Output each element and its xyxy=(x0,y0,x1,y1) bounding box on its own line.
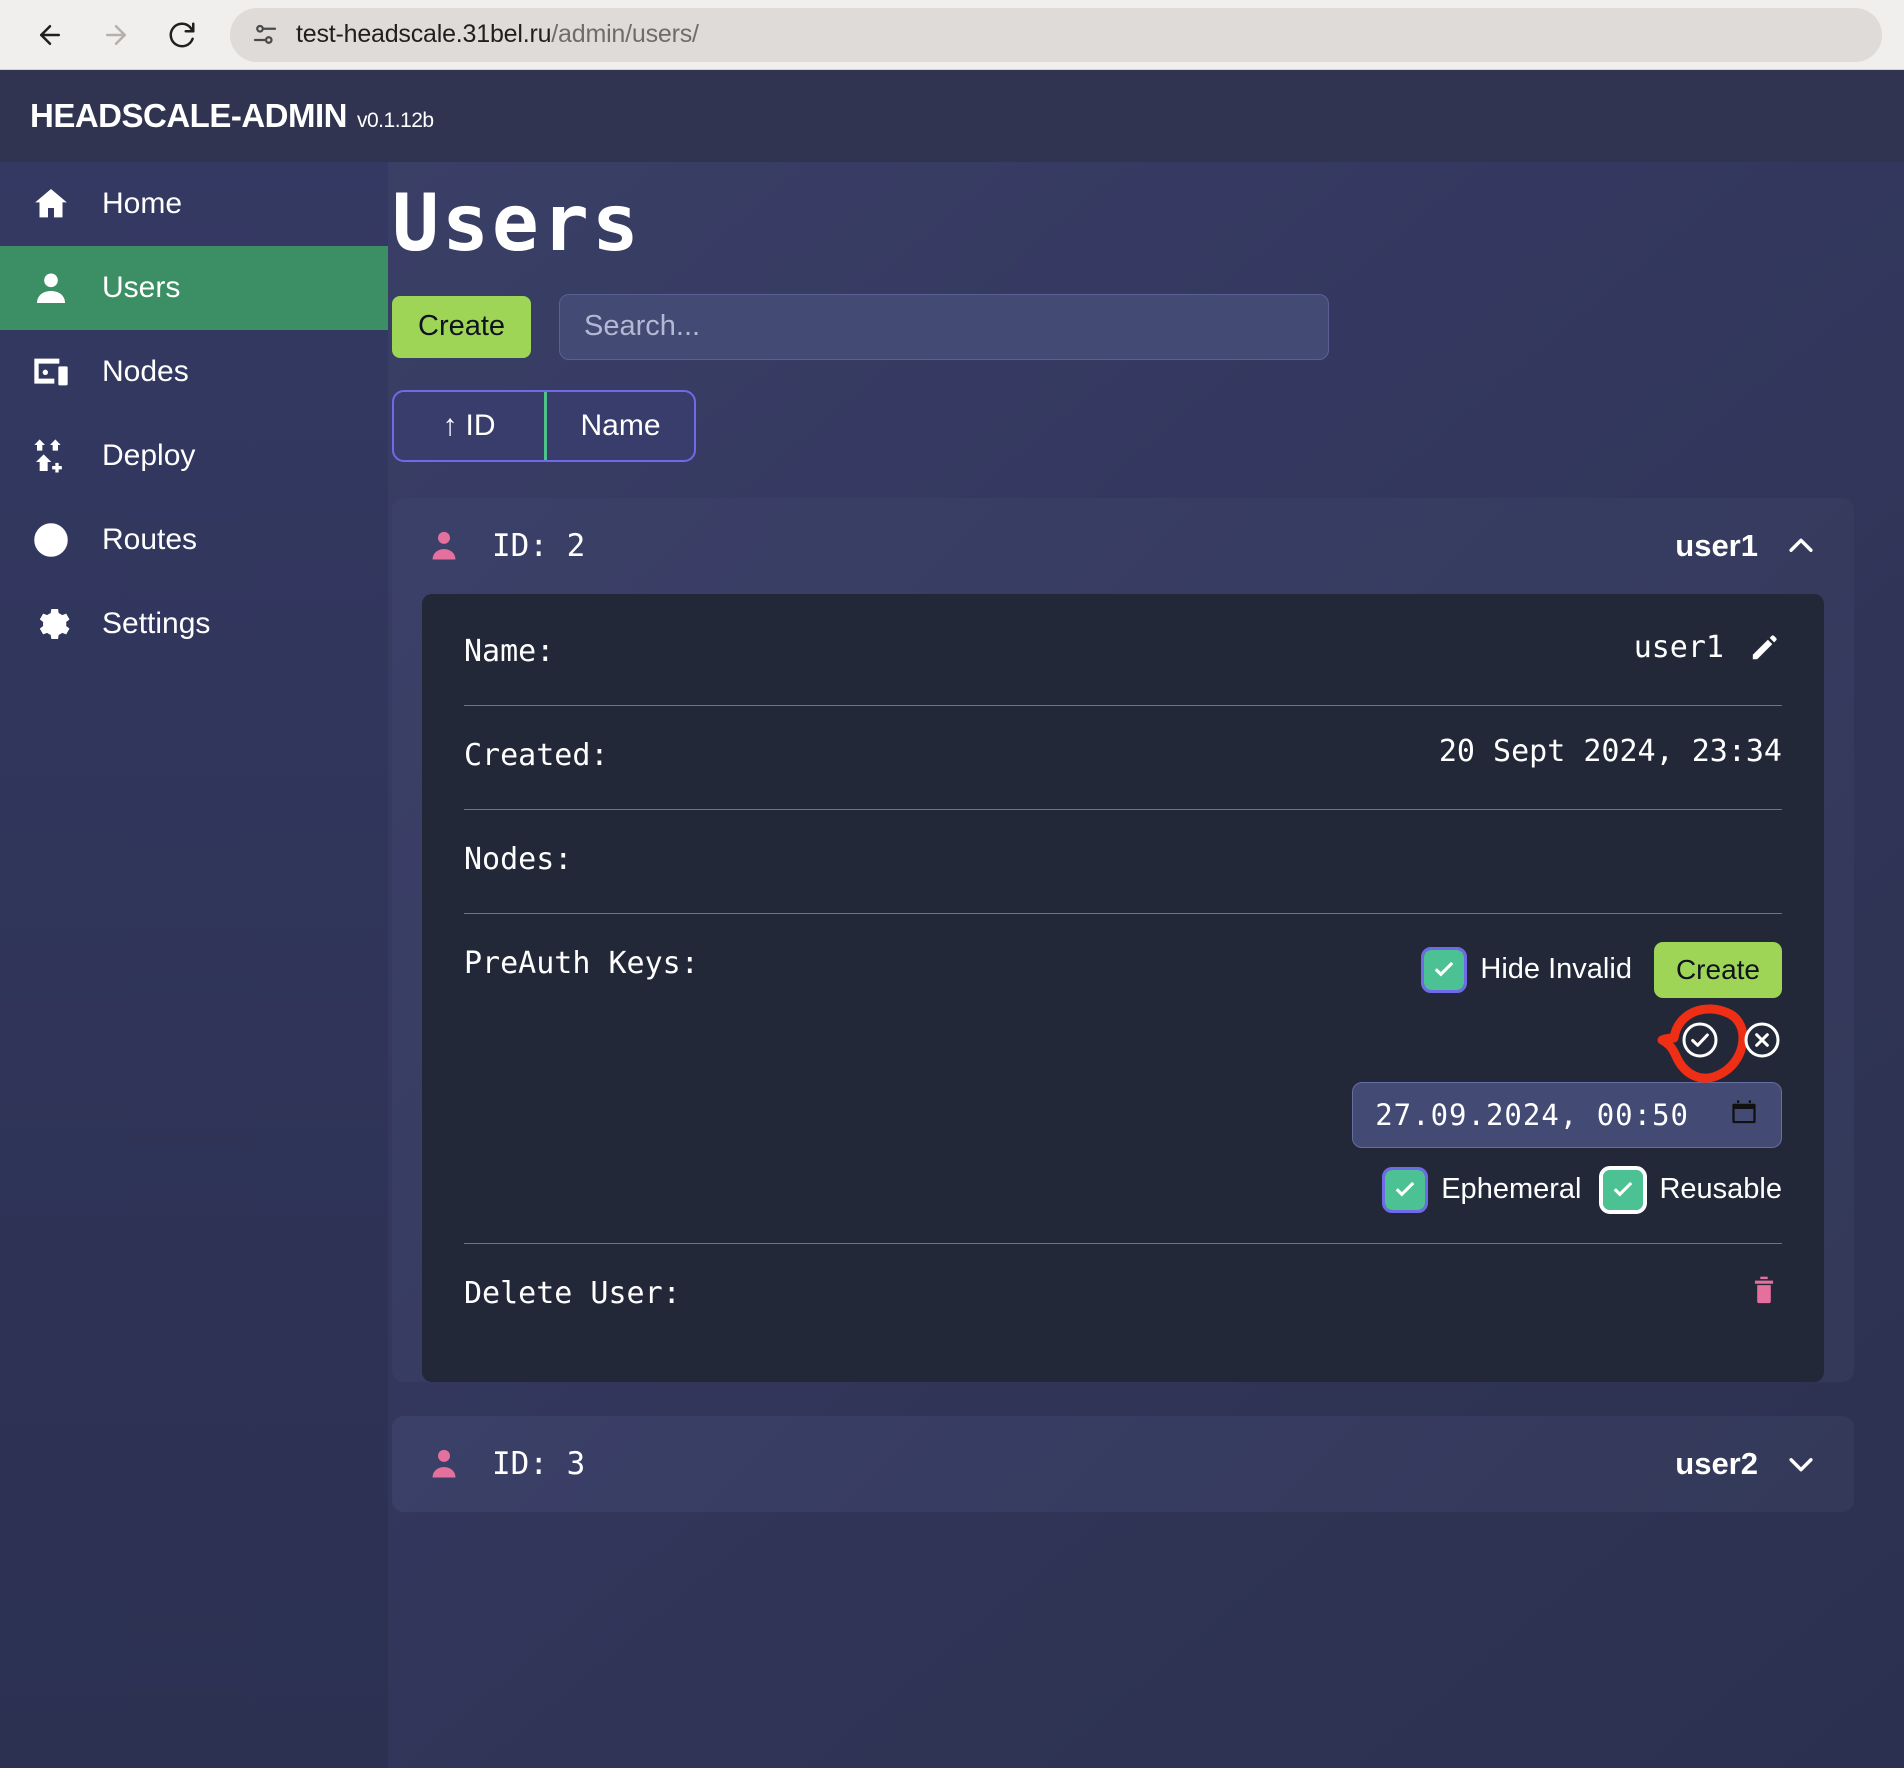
site-settings-icon[interactable] xyxy=(250,20,280,50)
reusable-checkbox[interactable] xyxy=(1599,1165,1648,1214)
devices-icon xyxy=(30,351,72,393)
sidebar-item-users[interactable]: Users xyxy=(0,246,388,330)
create-preauth-key-button[interactable]: Create xyxy=(1653,941,1782,998)
detail-label-created: Created: xyxy=(464,737,609,773)
detail-row-preauth-keys: PreAuth Keys: Hide Invalid Create 27.09.… xyxy=(464,914,1782,1244)
detail-label-name: Name: xyxy=(464,633,555,669)
preauth-top-row: Hide Invalid Create xyxy=(1421,941,1782,998)
ephemeral-checkbox-wrap[interactable]: Ephemeral xyxy=(1382,1166,1582,1213)
user-card-user2: ID: 3 user2 xyxy=(392,1415,1854,1512)
hide-invalid-checkbox-wrap[interactable]: Hide Invalid xyxy=(1421,946,1632,993)
brand-version: v0.1.12b xyxy=(357,109,434,132)
pencil-icon[interactable] xyxy=(1746,630,1782,666)
deploy-icon xyxy=(30,435,72,477)
reusable-label: Reusable xyxy=(1659,1173,1782,1206)
preauth-expiry-value: 27.09.2024, 00:50 xyxy=(1375,1097,1689,1132)
detail-value-created: 20 Sept 2024, 23:34 xyxy=(1438,733,1782,769)
home-icon xyxy=(30,183,72,225)
sidebar-label-home: Home xyxy=(102,187,183,220)
routes-icon xyxy=(30,519,72,561)
detail-row-created: Created: 20 Sept 2024, 23:34 xyxy=(464,706,1782,810)
detail-value-name-row: user1 xyxy=(1634,630,1782,666)
sidebar-item-routes[interactable]: Routes xyxy=(0,498,388,582)
hide-invalid-checkbox[interactable] xyxy=(1421,946,1468,993)
brand-title: HEADSCALE-ADMIN v0.1.12b xyxy=(30,97,434,135)
user-name-label: user1 xyxy=(1675,527,1758,563)
sidebar: Home Users Nodes Deploy Routes Settings xyxy=(0,162,388,1768)
url-text: test-headscale.31bel.ru/admin/users/ xyxy=(296,20,699,49)
person-icon xyxy=(426,528,462,564)
person-icon xyxy=(426,1446,462,1482)
user-name-label-2: user2 xyxy=(1675,1445,1758,1481)
user-card-header-right-2: user2 xyxy=(1675,1446,1818,1482)
detail-label-nodes: Nodes: xyxy=(464,841,573,877)
user-card-header[interactable]: ID: 2 user1 xyxy=(392,498,1854,594)
sidebar-label-deploy: Deploy xyxy=(102,439,196,472)
sidebar-label-settings: Settings xyxy=(102,607,211,640)
sort-tab-name[interactable]: Name xyxy=(544,391,694,460)
sort-tab-id[interactable]: ↑ ID xyxy=(394,392,544,460)
url-host: test-headscale.31bel.ru xyxy=(296,20,552,48)
sort-tab-name-label: Name xyxy=(580,408,661,442)
hide-invalid-label: Hide Invalid xyxy=(1480,953,1632,986)
detail-row-delete-user: Delete User: xyxy=(464,1244,1782,1348)
page-title: Users xyxy=(392,179,642,269)
user-id-label: ID: 2 xyxy=(492,527,586,564)
create-user-button[interactable]: Create xyxy=(392,295,532,358)
sidebar-label-routes: Routes xyxy=(102,523,198,556)
detail-value-created-wrap: 20 Sept 2024, 23:34 xyxy=(1439,734,1782,769)
user-card-header-right: user1 xyxy=(1675,528,1818,564)
gear-icon xyxy=(30,603,72,645)
user-card-header-2[interactable]: ID: 3 user2 xyxy=(392,1416,1854,1512)
app-header: HEADSCALE-ADMIN v0.1.12b xyxy=(0,70,1904,162)
preauth-expiry-input[interactable]: 27.09.2024, 00:50 xyxy=(1352,1081,1782,1148)
chevron-up-icon[interactable] xyxy=(1784,529,1818,563)
sidebar-label-users: Users xyxy=(102,271,181,304)
brand-name: HEADSCALE-ADMIN xyxy=(30,97,348,134)
preauth-flags-row: Ephemeral Reusable xyxy=(1382,1165,1782,1214)
ephemeral-label: Ephemeral xyxy=(1441,1173,1582,1206)
detail-label-preauth-keys: PreAuth Keys: xyxy=(464,945,699,981)
sidebar-item-nodes[interactable]: Nodes xyxy=(0,330,388,414)
ephemeral-checkbox[interactable] xyxy=(1382,1166,1429,1213)
trash-icon[interactable] xyxy=(1746,1272,1782,1308)
detail-value-name: user1 xyxy=(1633,630,1724,666)
sidebar-item-home[interactable]: Home xyxy=(0,162,388,246)
preauth-action-row xyxy=(1657,1004,1782,1083)
app-body: Home Users Nodes Deploy Routes Settings … xyxy=(0,162,1904,1768)
chevron-down-icon[interactable] xyxy=(1784,1447,1818,1481)
detail-value-name-wrap: user1 xyxy=(1634,630,1782,666)
search-input[interactable] xyxy=(559,293,1330,360)
sort-tabs: ↑ ID Name xyxy=(392,389,696,462)
delete-user-wrap xyxy=(1746,1272,1782,1308)
url-path: /admin/users/ xyxy=(551,20,699,48)
forward-icon[interactable] xyxy=(88,7,144,63)
reusable-checkbox-wrap[interactable]: Reusable xyxy=(1599,1165,1782,1214)
main-content: Users Create ↑ ID Name ID: 2 user1 xyxy=(388,162,1904,1768)
sidebar-item-deploy[interactable]: Deploy xyxy=(0,414,388,498)
browser-toolbar: test-headscale.31bel.ru/admin/users/ xyxy=(0,0,1904,70)
back-icon[interactable] xyxy=(22,7,78,63)
sort-tab-id-label: ID xyxy=(465,408,496,442)
users-toolbar: Create xyxy=(388,293,1854,360)
cancel-preauth-key-button[interactable] xyxy=(1742,1020,1782,1060)
confirm-preauth-key-button[interactable] xyxy=(1680,1020,1720,1060)
sort-arrow-up-icon: ↑ xyxy=(442,408,458,442)
reload-icon[interactable] xyxy=(154,7,210,63)
user-detail-panel: Name: user1 Created: 20 Sept 2024, 23:34… xyxy=(422,593,1824,1382)
address-bar[interactable]: test-headscale.31bel.ru/admin/users/ xyxy=(230,7,1882,62)
detail-row-nodes: Nodes: xyxy=(464,810,1782,914)
preauth-controls: Hide Invalid Create 27.09.2024, 00:50 Ep… xyxy=(1352,941,1782,1214)
detail-row-name: Name: user1 xyxy=(464,602,1782,706)
user-card-user1: ID: 2 user1 Name: user1 Created: 20 Sept… xyxy=(392,497,1854,1382)
sidebar-item-settings[interactable]: Settings xyxy=(0,582,388,666)
sidebar-label-nodes: Nodes xyxy=(102,355,189,388)
user-id-label-2: ID: 3 xyxy=(492,1445,586,1482)
detail-label-delete-user: Delete User: xyxy=(464,1275,681,1311)
calendar-icon[interactable] xyxy=(1729,1097,1759,1132)
user-icon xyxy=(30,267,72,309)
